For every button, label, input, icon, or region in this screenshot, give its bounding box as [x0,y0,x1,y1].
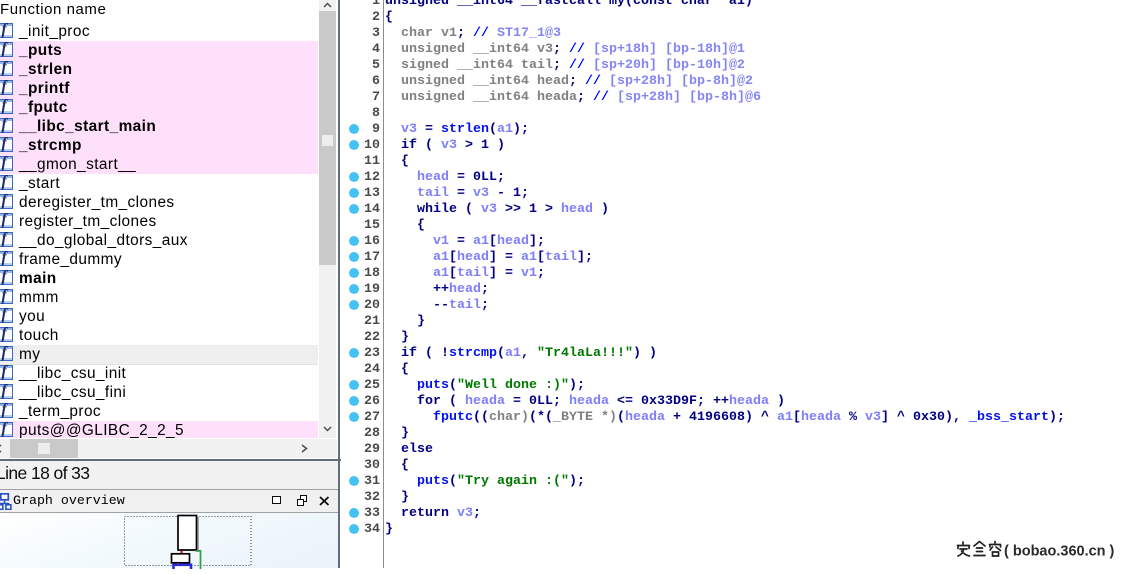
svg-text:( bobao.360.cn ): ( bobao.360.cn ) [1004,544,1115,560]
